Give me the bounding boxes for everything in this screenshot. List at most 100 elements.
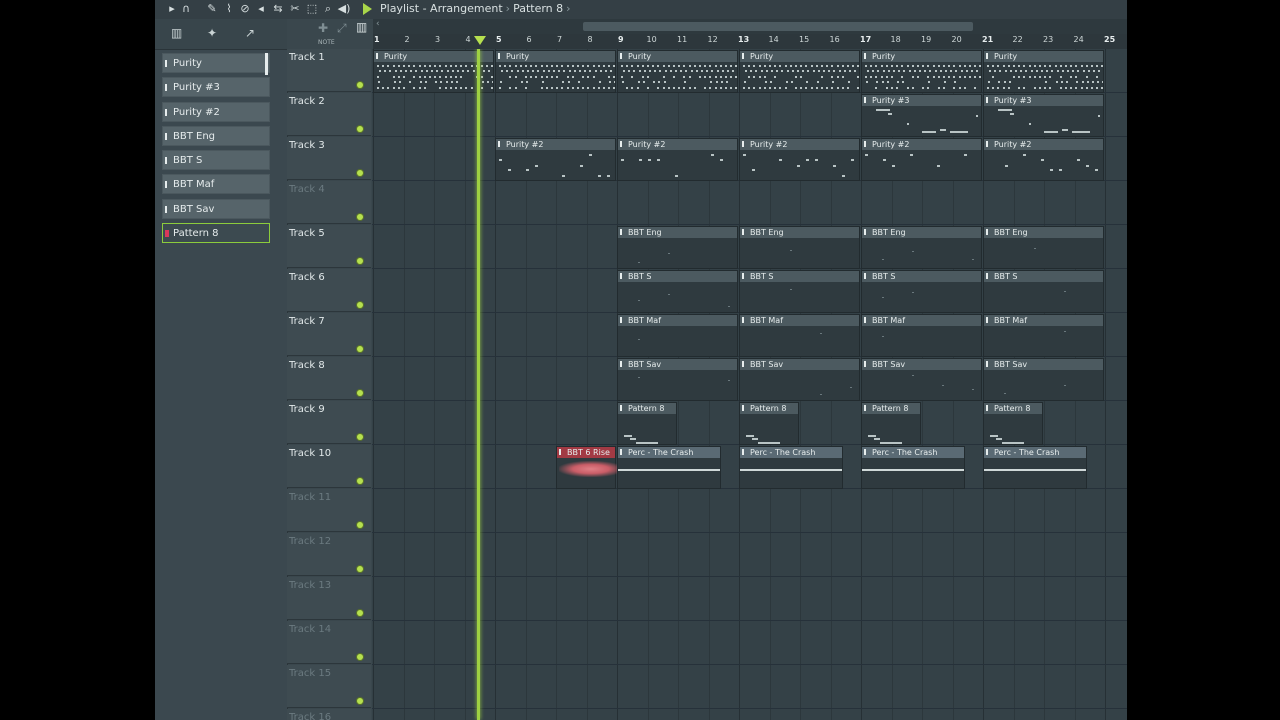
pattern-clip[interactable]: Purity #3 xyxy=(861,94,982,137)
pattern-item[interactable]: Pattern 8 xyxy=(162,223,270,244)
pattern-clip[interactable]: Purity #2 xyxy=(617,138,738,181)
track-mute-led[interactable] xyxy=(357,302,363,308)
delete-tool-icon[interactable]: ⊘ xyxy=(238,2,252,16)
slice-tool-icon[interactable]: ✂ xyxy=(288,2,302,16)
pattern-item[interactable]: Purity xyxy=(162,53,270,73)
track-header[interactable]: Track 5 xyxy=(287,225,371,268)
track-mute-led[interactable] xyxy=(357,346,363,352)
track-mute-led[interactable] xyxy=(357,258,363,264)
track-header[interactable]: Track 13 xyxy=(287,577,371,620)
playback-tool-icon[interactable]: ◀) xyxy=(337,2,351,16)
track-mute-led[interactable] xyxy=(357,654,363,660)
track-mute-led[interactable] xyxy=(357,698,363,704)
clip-header[interactable]: BBT 6 Rise xyxy=(557,447,615,458)
track-header[interactable]: Track 7 xyxy=(287,313,371,356)
pattern-clip[interactable]: Purity #2 xyxy=(983,138,1104,181)
clip-header[interactable]: BBT Sav xyxy=(862,359,981,370)
clip-header[interactable]: BBT S xyxy=(984,271,1103,282)
mute-tool-icon[interactable]: ◂ xyxy=(254,2,268,16)
clip-header[interactable]: Purity #2 xyxy=(618,139,737,150)
pattern-clip[interactable]: Purity #2 xyxy=(739,138,860,181)
pattern-clip[interactable]: Purity xyxy=(495,50,616,93)
pattern-clip[interactable]: BBT Maf xyxy=(861,314,982,357)
pattern-item[interactable]: BBT Maf xyxy=(162,174,270,195)
clip-header[interactable]: Purity #2 xyxy=(740,139,859,150)
pattern-clip[interactable]: Purity xyxy=(373,50,494,93)
track-mute-led[interactable] xyxy=(357,522,363,528)
pattern-clip[interactable]: BBT Sav xyxy=(983,358,1104,401)
track-mute-led[interactable] xyxy=(357,390,363,396)
breadcrumb-playlist[interactable]: Playlist - Arrangement xyxy=(380,2,503,15)
track-header[interactable]: Track 1 xyxy=(287,49,371,92)
clip-header[interactable]: BBT Eng xyxy=(984,227,1103,238)
pattern-clip[interactable]: BBT Maf xyxy=(739,314,860,357)
track-header[interactable]: Track 12 xyxy=(287,533,371,576)
brush-tool-icon[interactable]: ⌇ xyxy=(222,2,236,16)
link-icon[interactable]: ⤢ xyxy=(337,21,347,36)
play-pattern-icon[interactable] xyxy=(363,3,372,15)
clip-header[interactable]: BBT Sav xyxy=(618,359,737,370)
select-tool-icon[interactable]: ⬚ xyxy=(305,2,319,16)
playlist-grid[interactable]: Purity Purity Purity Purity Purity Purity Puri… xyxy=(372,49,1127,720)
clip-header[interactable]: BBT S xyxy=(618,271,737,282)
pattern-clip[interactable]: BBT Sav xyxy=(617,358,738,401)
pattern-item[interactable]: Purity #2 xyxy=(162,101,270,122)
clip-header[interactable]: Perc - The Crash xyxy=(984,447,1087,458)
breadcrumb-dropdown-icon[interactable]: › xyxy=(563,2,573,15)
clip-header[interactable]: BBT Maf xyxy=(984,315,1103,326)
pattern-clip[interactable]: Purity #2 xyxy=(495,138,616,181)
clip-header[interactable]: Perc - The Crash xyxy=(740,447,843,458)
pattern-clip[interactable]: Pattern 8 xyxy=(861,402,921,445)
track-header[interactable]: Track 8 xyxy=(287,357,371,400)
audio-clip[interactable]: BBT 6 Rise xyxy=(556,446,617,489)
clip-header[interactable]: Pattern 8 xyxy=(740,403,798,414)
clip-header[interactable]: Purity #2 xyxy=(496,139,615,150)
track-mute-led[interactable] xyxy=(357,214,363,220)
horizontal-scroll-thumb[interactable] xyxy=(583,22,973,31)
timeline-ruler[interactable]: 1 2 3 4 5 6 7 8 9 10 11 12 13 14 15 16 17 18 19 20 21 22 23 24 2… xyxy=(373,34,1127,49)
track-header[interactable]: Track 9 xyxy=(287,401,371,444)
pattern-clip[interactable]: Purity xyxy=(617,50,738,93)
clip-header[interactable]: BBT Eng xyxy=(862,227,981,238)
pencil-tool-icon[interactable]: ✎ xyxy=(205,2,219,16)
clip-header[interactable]: BBT Eng xyxy=(740,227,859,238)
pattern-clip[interactable]: Pattern 8 xyxy=(739,402,799,445)
pattern-clip[interactable]: BBT S xyxy=(739,270,860,313)
pattern-clip[interactable]: BBT S xyxy=(861,270,982,313)
pattern-clip[interactable]: BBT Sav xyxy=(861,358,982,401)
track-header[interactable]: Track 6 xyxy=(287,269,371,312)
automation-icon[interactable]: ↗ xyxy=(245,26,255,40)
playhead-marker[interactable] xyxy=(474,36,487,45)
pattern-clip[interactable]: BBT Maf xyxy=(983,314,1104,357)
track-header[interactable]: Track 4 xyxy=(287,181,371,224)
pattern-clip[interactable]: Purity xyxy=(739,50,860,93)
clip-header[interactable]: Purity xyxy=(862,51,981,62)
clip-header[interactable]: Purity xyxy=(618,51,737,62)
pattern-clip[interactable]: Purity xyxy=(861,50,982,93)
clip-header[interactable]: BBT Maf xyxy=(618,315,737,326)
clip-header[interactable]: Perc - The Crash xyxy=(862,447,965,458)
track-header[interactable]: Track 15 xyxy=(287,665,371,708)
clip-header[interactable]: Pattern 8 xyxy=(984,403,1042,414)
snap-note-label[interactable]: NOTE xyxy=(318,39,335,46)
clip-header[interactable]: Purity xyxy=(740,51,859,62)
pattern-clip[interactable]: BBT Eng xyxy=(617,226,738,269)
clip-header[interactable]: Purity #2 xyxy=(984,139,1103,150)
clip-header[interactable]: Perc - The Crash xyxy=(618,447,721,458)
clip-header[interactable]: Pattern 8 xyxy=(618,403,676,414)
pattern-clip[interactable]: Pattern 8 xyxy=(983,402,1043,445)
track-mute-led[interactable] xyxy=(357,610,363,616)
pattern-clip[interactable]: Purity #2 xyxy=(861,138,982,181)
track-header[interactable]: Track 2 xyxy=(287,93,371,136)
clip-header[interactable]: BBT Sav xyxy=(740,359,859,370)
track-mute-led[interactable] xyxy=(357,126,363,132)
browser-scrollbar[interactable] xyxy=(265,53,268,75)
menu-arrow-icon[interactable]: ▸ xyxy=(165,2,179,16)
clip-header[interactable]: Purity #3 xyxy=(984,95,1103,106)
clip-header[interactable]: BBT S xyxy=(862,271,981,282)
clip-header[interactable]: BBT Eng xyxy=(618,227,737,238)
pattern-clip[interactable]: BBT Sav xyxy=(739,358,860,401)
audio-clip[interactable]: Perc - The Crash xyxy=(739,446,844,489)
clip-header[interactable]: Purity #2 xyxy=(862,139,981,150)
clip-header[interactable]: BBT Maf xyxy=(740,315,859,326)
